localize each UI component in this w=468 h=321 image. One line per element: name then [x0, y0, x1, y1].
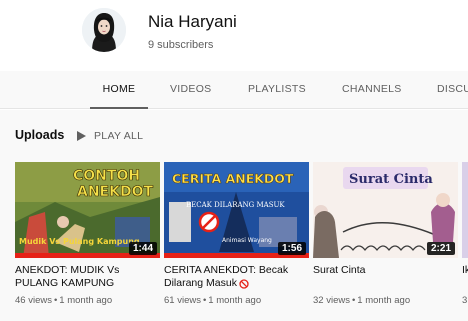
tab-videos[interactable]: VIDEOS [170, 71, 211, 109]
subscriber-count: 9 subscribers [148, 39, 214, 51]
meta-separator: • [53, 295, 58, 306]
uploads-section: Uploads PLAY ALL CONTOH ANEKDOT Mudik Vs… [0, 110, 468, 321]
video-title[interactable]: ANEKDOT: MUDIK Vs PULANG KAMPUNG [15, 264, 160, 290]
thumb-text-contoh: CONTOH [73, 168, 140, 184]
video-duration: 1:44 [128, 242, 157, 255]
view-count: 61 views [164, 295, 201, 306]
thumb-text-cerita: CERITA ANEKDOT [172, 171, 294, 186]
play-all-label: PLAY ALL [94, 130, 144, 142]
thumb-text-surat-cinta: Surat Cinta [349, 172, 433, 187]
channel-tabs: HOME VIDEOS PLAYLISTS CHANNELS DISCUS [0, 71, 468, 109]
tab-discussion[interactable]: DISCUS [437, 71, 468, 109]
tab-home[interactable]: HOME [90, 71, 148, 109]
video-title-line: Surat Cinta [313, 264, 366, 276]
tab-playlists[interactable]: PLAYLISTS [248, 71, 306, 109]
thumb-text-animasi: Animasi Wayang [222, 237, 272, 244]
video-duration: 1:56 [277, 242, 306, 255]
video-title-line: Dilarang Masuk [164, 277, 237, 289]
view-count: 46 views [15, 295, 52, 306]
video-title-line: CERITA ANEKDOT: Becak [164, 264, 289, 276]
channel-avatar[interactable] [82, 8, 126, 52]
thumb-text-mudik: Mudik Vs Pulang Kampung [19, 237, 140, 246]
tab-channels[interactable]: CHANNELS [342, 71, 402, 109]
thumb-text-becak: BECAK DILARANG MASUK [186, 201, 285, 209]
channel-name: Nia Haryani [148, 12, 237, 31]
video-card[interactable]: CONTOH ANEKDOT Mudik Vs Pulang Kampung 1… [15, 162, 160, 306]
play-icon [77, 131, 86, 141]
video-duration: 2:21 [426, 242, 455, 255]
play-all-button[interactable]: PLAY ALL [77, 127, 143, 145]
video-title[interactable]: Surat Cinta [313, 264, 458, 290]
meta-separator: • [202, 295, 207, 306]
video-meta: 32 views • 1 month ago [313, 295, 458, 306]
view-count: 32 views [313, 295, 350, 306]
prohibited-icon [239, 278, 249, 289]
upload-age: 1 month ago [357, 295, 411, 306]
upload-age: 1 month ago [59, 295, 113, 306]
video-thumbnail[interactable] [462, 162, 468, 258]
video-card[interactable]: Surat Cinta 2:21 Surat Cinta 32 views • 1 … [313, 162, 458, 306]
view-count: 3! [462, 295, 468, 306]
thumb-text-anekdot: ANEKDOT [77, 184, 153, 200]
video-title[interactable]: Ik [462, 264, 468, 290]
video-title[interactable]: CERITA ANEKDOT: Becak Dilarang Masuk [164, 264, 309, 290]
channel-header: Nia Haryani 9 subscribers [0, 0, 468, 71]
video-meta: 61 views • 1 month ago [164, 295, 309, 306]
video-meta: 46 views • 1 month ago [15, 295, 160, 306]
upload-age: 1 month ago [208, 295, 262, 306]
video-card[interactable]: CERITA ANEKDOT BECAK DILARANG MASUK Anim… [164, 162, 309, 306]
video-thumbnail[interactable]: CONTOH ANEKDOT Mudik Vs Pulang Kampung 1… [15, 162, 160, 258]
video-thumbnail[interactable]: Surat Cinta 2:21 [313, 162, 458, 258]
uploads-title[interactable]: Uploads [15, 128, 64, 142]
video-thumbnail[interactable]: CERITA ANEKDOT BECAK DILARANG MASUK Anim… [164, 162, 309, 258]
video-title-line: PULANG KAMPUNG [15, 277, 115, 289]
video-card[interactable]: Ik 3! [462, 162, 468, 306]
meta-separator: • [351, 295, 356, 306]
video-title-line: ANEKDOT: MUDIK Vs [15, 264, 120, 276]
